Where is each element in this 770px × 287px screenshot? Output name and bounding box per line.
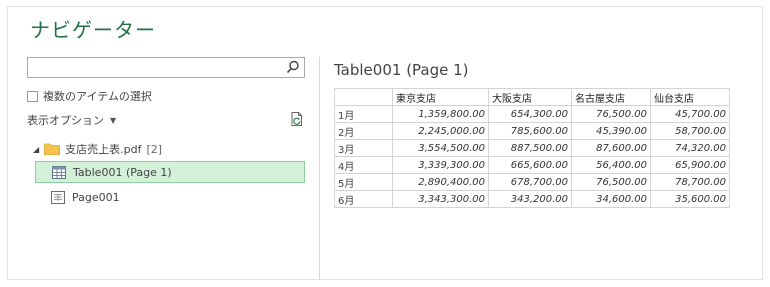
folder-count: [2] [146, 142, 163, 156]
row-label: 6月 [334, 190, 393, 208]
search-input[interactable] [27, 57, 305, 80]
dialog-title: ナビゲーター [30, 18, 156, 42]
table-cell: 45,700.00 [650, 105, 730, 123]
multi-select-option[interactable]: 複数のアイテムの選択 [27, 88, 152, 104]
tree-item-label: Page001 [72, 190, 120, 204]
preview-title: Table001 (Page 1) [334, 61, 469, 79]
table-header-row: 東京支店 大阪支店 名古屋支店 仙台支店 [334, 88, 730, 106]
multi-select-label: 複数のアイテムの選択 [43, 90, 152, 103]
expand-toggle-icon[interactable]: ◢ [33, 145, 39, 154]
table-cell: 785,600.00 [488, 122, 572, 140]
table-cell: 2,245,000.00 [392, 122, 489, 140]
table-cell: 2,890,400.00 [392, 173, 489, 191]
table-cell: 3,343,300.00 [392, 190, 489, 208]
table-cell: 887,500.00 [488, 139, 572, 157]
search-field[interactable] [31, 60, 285, 80]
table-row: 4月 3,339,300.00 665,600.00 56,400.00 65,… [334, 156, 730, 174]
table-cell: 78,700.00 [650, 173, 730, 191]
table-cell: 1,359,800.00 [392, 105, 489, 123]
column-header [334, 88, 393, 106]
row-label: 4月 [334, 156, 393, 174]
table-cell: 3,339,300.00 [392, 156, 489, 174]
table-cell: 58,700.00 [650, 122, 730, 140]
table-cell: 74,320.00 [650, 139, 730, 157]
table-cell: 34,600.00 [571, 190, 651, 208]
refresh-icon[interactable] [289, 111, 305, 127]
table-row: 3月 3,554,500.00 887,500.00 87,600.00 74,… [334, 139, 730, 157]
pane-divider[interactable] [319, 57, 320, 279]
column-header: 名古屋支店 [571, 88, 651, 106]
tree-folder[interactable]: ◢ 支店売上表.pdf [2] [33, 141, 162, 157]
display-options-dropdown[interactable]: 表示オプション ▼ [27, 112, 116, 128]
table-cell: 3,554,500.00 [392, 139, 489, 157]
page-icon [51, 190, 65, 204]
search-icon[interactable] [286, 60, 300, 74]
table-row: 2月 2,245,000.00 785,600.00 45,390.00 58,… [334, 122, 730, 140]
table-cell: 45,390.00 [571, 122, 651, 140]
table-cell: 654,300.00 [488, 105, 572, 123]
folder-name: 支店売上表.pdf [65, 143, 142, 156]
row-label: 3月 [334, 139, 393, 157]
display-options-label: 表示オプション [27, 114, 104, 127]
table-cell: 665,600.00 [488, 156, 572, 174]
tree-item-table001[interactable]: Table001 (Page 1) [35, 161, 305, 183]
table-cell: 76,500.00 [571, 173, 651, 191]
row-label: 5月 [334, 173, 393, 191]
table-cell: 56,400.00 [571, 156, 651, 174]
table-cell: 678,700.00 [488, 173, 572, 191]
table-cell: 35,600.00 [650, 190, 730, 208]
column-header: 東京支店 [392, 88, 489, 106]
table-row: 6月 3,343,300.00 343,200.00 34,600.00 35,… [334, 190, 730, 208]
table-row: 5月 2,890,400.00 678,700.00 76,500.00 78,… [334, 173, 730, 191]
table-cell: 87,600.00 [571, 139, 651, 157]
multi-select-checkbox[interactable] [27, 90, 38, 102]
tree-item-label: Table001 (Page 1) [73, 165, 172, 179]
table-row: 1月 1,359,800.00 654,300.00 76,500.00 45,… [334, 105, 730, 123]
row-label: 2月 [334, 122, 393, 140]
column-header: 大阪支店 [488, 88, 572, 106]
chevron-down-icon: ▼ [110, 115, 117, 125]
folder-icon [44, 143, 61, 155]
row-label: 1月 [334, 105, 393, 123]
table-cell: 76,500.00 [571, 105, 651, 123]
preview-table: 東京支店 大阪支店 名古屋支店 仙台支店 1月 1,359,800.00 654… [334, 88, 730, 208]
table-cell: 65,900.00 [650, 156, 730, 174]
column-header: 仙台支店 [650, 88, 730, 106]
table-cell: 343,200.00 [488, 190, 572, 208]
table-icon [52, 165, 66, 179]
tree-item-page001[interactable]: Page001 [35, 186, 305, 208]
